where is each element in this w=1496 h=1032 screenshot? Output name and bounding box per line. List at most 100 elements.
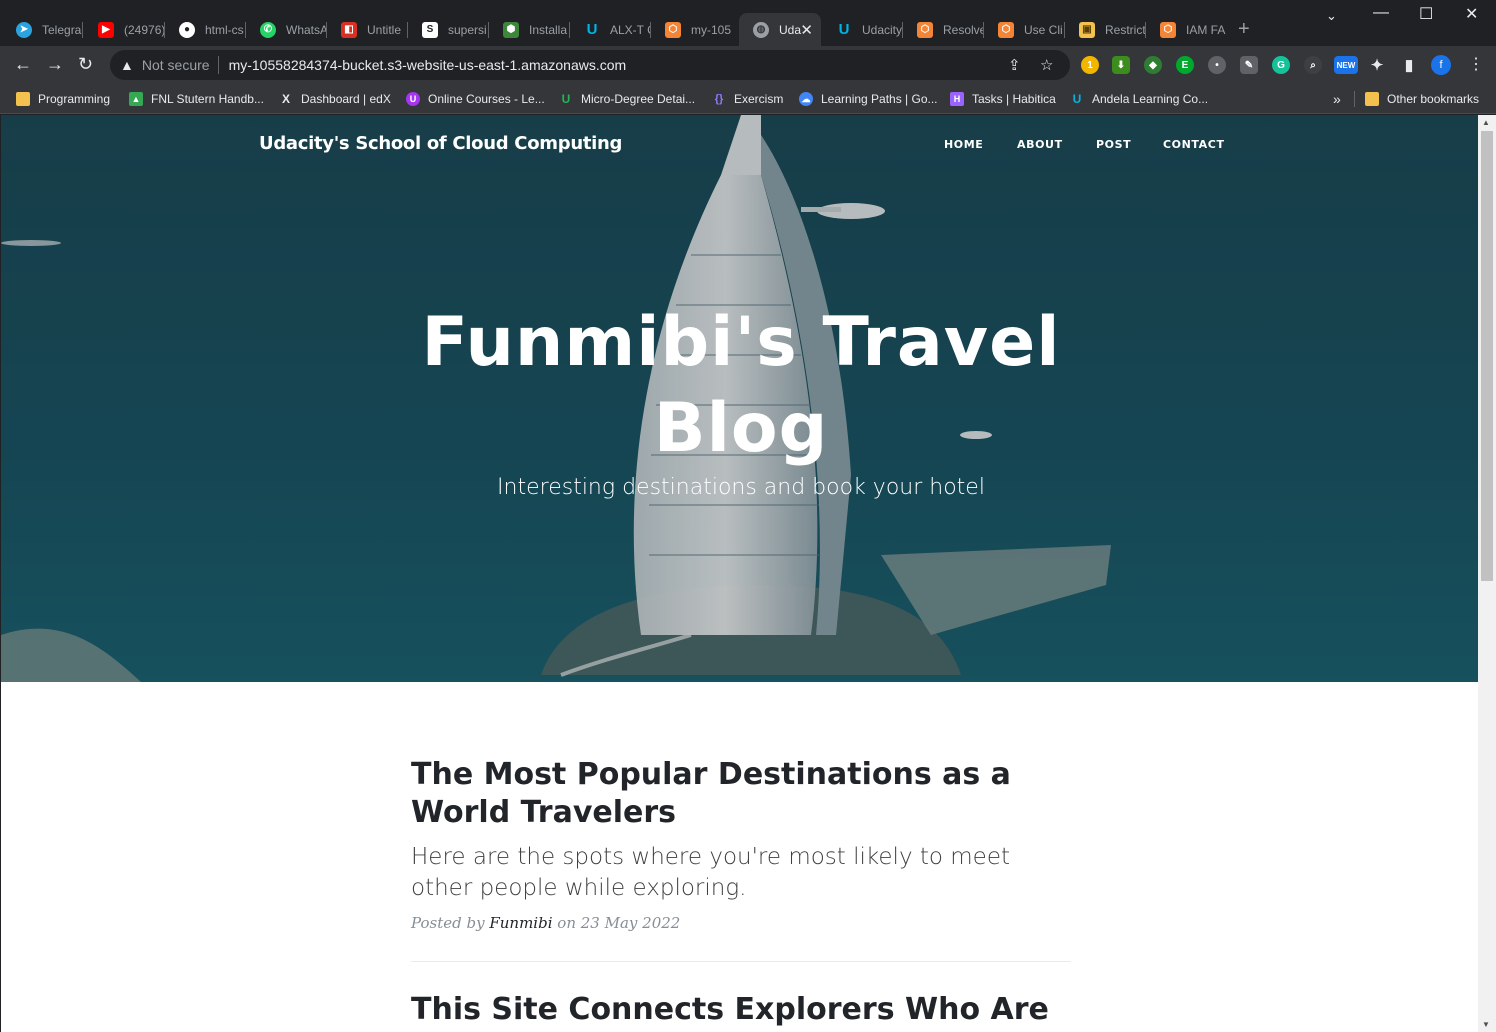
minimize-icon[interactable]: — bbox=[1373, 4, 1389, 22]
bookmark-item[interactable]: {} Exercism bbox=[712, 90, 784, 108]
bookmark-item[interactable]: Programming bbox=[16, 90, 110, 108]
menu-kebab-icon[interactable]: ⋮ bbox=[1468, 55, 1484, 75]
nav-home-link[interactable]: HOME bbox=[944, 138, 983, 151]
nav-about-link[interactable]: ABOUT bbox=[1017, 138, 1063, 151]
site-brand[interactable]: Udacity's School of Cloud Computing bbox=[259, 133, 622, 154]
bookmark-item[interactable]: X Dashboard | edX bbox=[279, 90, 391, 108]
tab-label: Resolve bbox=[943, 22, 984, 37]
bookmarks-bar: Programming ▲ FNL Stutern Handb... X Das… bbox=[0, 84, 1496, 114]
aws-icon: ⬡ bbox=[665, 21, 681, 38]
evernote-icon[interactable]: E bbox=[1176, 56, 1194, 74]
close-tab-icon[interactable]: ✕ bbox=[800, 21, 813, 39]
hero-heading: Funmibi's Travel Blog bbox=[341, 300, 1141, 472]
browser-tab[interactable]: ▣ Restrict bbox=[1065, 13, 1146, 46]
post-preview[interactable]: This Site Connects Explorers Who Are bbox=[411, 991, 1071, 1029]
browser-tab[interactable]: S supersi bbox=[408, 13, 489, 46]
browser-tab[interactable]: ⬡ IAM FA bbox=[1146, 13, 1227, 46]
maximize-icon[interactable]: ☐ bbox=[1419, 4, 1433, 24]
reload-icon[interactable]: ↻ bbox=[78, 54, 93, 74]
browser-toolbar: ← → ↻ ▲ Not secure my-10558284374-bucket… bbox=[0, 46, 1496, 84]
warning-icon[interactable]: ▲ bbox=[120, 57, 134, 73]
profile-avatar[interactable]: f bbox=[1431, 55, 1451, 75]
nav-post-link[interactable]: POST bbox=[1096, 138, 1131, 151]
bookmark-item[interactable]: U Online Courses - Le... bbox=[406, 90, 545, 108]
browser-tab[interactable]: ● html-cs bbox=[165, 13, 246, 46]
close-window-icon[interactable]: ✕ bbox=[1465, 4, 1478, 24]
bookmark-item[interactable]: H Tasks | Habitica bbox=[950, 90, 1056, 108]
aws-icon: ⬡ bbox=[998, 21, 1014, 38]
browser-tab[interactable]: ⬡ Use Cli bbox=[984, 13, 1065, 46]
aws-icon: ⬡ bbox=[1160, 21, 1176, 38]
browser-tab[interactable]: ✆ WhatsA bbox=[246, 13, 327, 46]
habitica-icon: H bbox=[950, 92, 964, 106]
github-icon: ● bbox=[179, 21, 195, 38]
url-text[interactable]: my-10558284374-bucket.s3-website-us-east… bbox=[229, 57, 627, 73]
scroll-down-arrow-icon[interactable]: ▼ bbox=[1482, 1020, 1490, 1029]
more-bookmarks-icon[interactable]: » bbox=[1333, 90, 1341, 108]
scroll-up-arrow-icon[interactable]: ▲ bbox=[1482, 118, 1490, 127]
back-icon[interactable]: ← bbox=[14, 54, 32, 74]
post-author-link[interactable]: Funmibi bbox=[489, 914, 552, 932]
bookmark-label: Learning Paths | Go... bbox=[821, 92, 938, 106]
google-cloud-icon: ☁ bbox=[799, 92, 813, 106]
security-label[interactable]: Not secure bbox=[142, 57, 210, 73]
scrollbar-thumb[interactable] bbox=[1481, 131, 1493, 581]
bookmark-label: Micro-Degree Detai... bbox=[581, 92, 696, 106]
tab-label: Restrict bbox=[1105, 22, 1146, 37]
browser-tab[interactable]: U Udacity bbox=[822, 13, 903, 46]
forward-icon[interactable]: → bbox=[46, 54, 64, 74]
new-badge-icon[interactable]: NEW bbox=[1334, 56, 1358, 74]
aws-icon: ⬡ bbox=[917, 21, 933, 38]
tab-separator bbox=[82, 22, 83, 38]
download-extension-icon[interactable]: ⬇ bbox=[1112, 56, 1130, 74]
hero-heading-line: Funmibi's Travel bbox=[421, 303, 1061, 382]
bookmark-item[interactable]: ▲ FNL Stutern Handb... bbox=[129, 90, 264, 108]
browser-tab[interactable]: U ALX-T C bbox=[570, 13, 651, 46]
browser-tab[interactable]: ◧ Untitle bbox=[327, 13, 408, 46]
bookmark-item[interactable]: U Andela Learning Co... bbox=[1070, 90, 1208, 108]
share-icon[interactable]: ⇪ bbox=[1008, 56, 1021, 74]
bookmark-item[interactable]: U Micro-Degree Detai... bbox=[559, 90, 695, 108]
address-bar[interactable]: ▲ Not secure my-10558284374-bucket.s3-we… bbox=[110, 50, 1070, 80]
browser-tab[interactable]: ⬡ my-105 bbox=[651, 13, 738, 46]
folder-icon bbox=[16, 92, 30, 106]
microphone-icon[interactable]: • bbox=[1208, 56, 1226, 74]
browser-tab[interactable]: ➤ Telegra bbox=[2, 13, 83, 46]
bookmark-item[interactable]: ☁ Learning Paths | Go... bbox=[799, 90, 938, 108]
new-tab-icon[interactable]: + bbox=[1238, 18, 1250, 41]
extension-badge-icon[interactable]: 1 bbox=[1081, 56, 1099, 74]
bookmark-label: Online Courses - Le... bbox=[428, 92, 545, 106]
extension-icon[interactable]: ◆ bbox=[1144, 56, 1162, 74]
pen-tool-icon[interactable]: ✎ bbox=[1240, 56, 1258, 74]
page-scrollbar[interactable]: ▲ ▼ bbox=[1478, 115, 1496, 1032]
box-icon: ▣ bbox=[1079, 21, 1095, 38]
tab-search-icon[interactable]: ⌄ bbox=[1326, 8, 1337, 24]
browser-tab[interactable]: ⬢ Installa bbox=[489, 13, 570, 46]
browser-tab[interactable]: ⬡ Resolve bbox=[903, 13, 984, 46]
post-subtitle[interactable]: Here are the spots where you're most lik… bbox=[411, 842, 1071, 904]
side-panel-icon[interactable]: ▮ bbox=[1400, 56, 1418, 74]
tab-label: ALX-T C bbox=[610, 22, 651, 37]
tab-label: html-cs bbox=[205, 22, 244, 37]
extensions-puzzle-icon[interactable]: ✦ bbox=[1368, 56, 1386, 74]
post-title[interactable]: This Site Connects Explorers Who Are bbox=[411, 991, 1071, 1029]
bookmark-label: Programming bbox=[38, 92, 111, 106]
folder-icon bbox=[1365, 92, 1379, 106]
grammarly-icon[interactable]: G bbox=[1272, 56, 1290, 74]
tab-label: Uda bbox=[779, 22, 802, 37]
post-title[interactable]: The Most Popular Destinations as a World… bbox=[411, 756, 1071, 832]
other-bookmarks[interactable]: Other bookmarks bbox=[1365, 90, 1479, 108]
tab-label: Use Cli bbox=[1024, 22, 1063, 37]
tab-label: Installa bbox=[529, 22, 568, 37]
browser-tab-active[interactable]: ◍ Uda ✕ bbox=[739, 13, 821, 46]
tab-label: WhatsA bbox=[286, 22, 327, 37]
post-preview[interactable]: The Most Popular Destinations as a World… bbox=[411, 756, 1071, 932]
drawing-app-icon: ◧ bbox=[341, 21, 357, 38]
nav-contact-link[interactable]: CONTACT bbox=[1163, 138, 1225, 151]
omnibox-separator bbox=[217, 56, 219, 74]
search-extension-icon[interactable]: ⌕ bbox=[1304, 56, 1322, 74]
tab-label: (24976) bbox=[124, 22, 165, 37]
bookmark-star-icon[interactable]: ☆ bbox=[1040, 56, 1053, 74]
hero-heading-line: Blog bbox=[653, 389, 829, 468]
browser-tab[interactable]: ▶ (24976) bbox=[84, 13, 165, 46]
